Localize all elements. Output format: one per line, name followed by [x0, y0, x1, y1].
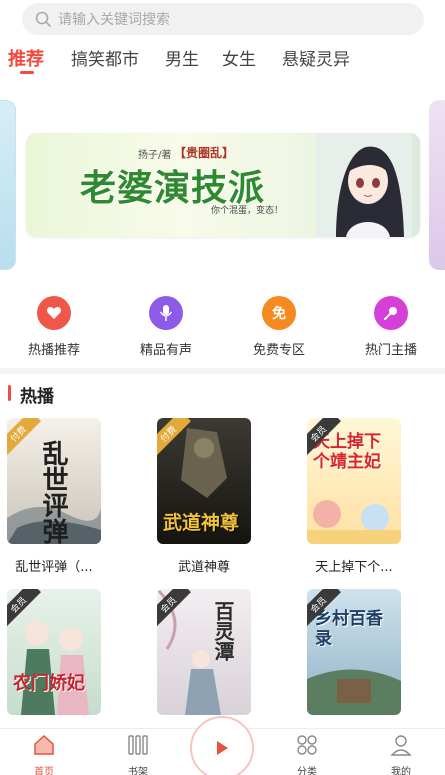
shortcut-label: 免费专区	[252, 343, 305, 358]
tab-male[interactable]: 男生	[165, 45, 199, 70]
bookshelf-icon	[128, 735, 148, 755]
cover-title: 天上掉下个靖主妃	[313, 432, 381, 472]
book-item[interactable]: 乡村百香录 会员	[307, 589, 401, 727]
book-cover: 武道神尊 付费	[157, 418, 251, 544]
book-item[interactable]: 百灵潭 会员	[157, 589, 251, 727]
home-icon	[34, 734, 54, 755]
shortcut-premium-audio[interactable]: 精品有声	[121, 296, 211, 358]
banner-carousel[interactable]: 扬子/著 【贵圈乱】 老婆演技派 你个混蛋，变态！	[26, 133, 420, 237]
book-title: 天上掉下个...	[315, 560, 393, 575]
book-cover: 乱世评弹 付费	[7, 418, 101, 544]
category-icon	[297, 735, 317, 755]
book-cover: 农门娇妃 会员	[7, 589, 101, 715]
tab-female[interactable]: 女生	[222, 45, 256, 70]
cover-title: 武道神尊	[163, 512, 240, 534]
nav-bookshelf[interactable]: 书架	[108, 733, 168, 775]
book-item[interactable]: 乱世评弹 付费 乱世评弹（...	[7, 418, 101, 575]
search-icon	[35, 11, 51, 27]
search-input[interactable]: 请输入关键词搜索	[58, 9, 170, 29]
shortcut-label: 热门主播	[364, 343, 417, 358]
cover-title: 乱世评弹	[38, 440, 68, 544]
nav-home[interactable]: 首页	[14, 733, 74, 775]
anchor-mic-icon	[374, 296, 408, 330]
book-title: 武道神尊	[177, 560, 230, 575]
book-cover: 乡村百香录 会员	[307, 589, 401, 715]
active-tab-indicator	[20, 71, 34, 74]
banner-next-peek[interactable]	[429, 100, 445, 270]
shortcut-hot-anchors[interactable]: 热门主播	[346, 296, 436, 358]
section-divider	[0, 368, 445, 374]
nav-label: 分类	[297, 767, 317, 775]
nav-category[interactable]: 分类	[277, 733, 337, 775]
nav-label: 书架	[128, 767, 148, 775]
tab-funny-city[interactable]: 搞笑都市	[71, 45, 139, 70]
category-tabs: 推荐 搞笑都市 男生 女生 悬疑灵异	[0, 42, 445, 76]
cover-title: 乡村百香录	[315, 609, 383, 649]
book-title: 乱世评弹（...	[15, 560, 93, 575]
section-accent-bar	[8, 385, 11, 401]
nav-label: 首页	[34, 767, 54, 775]
cover-title: 农门娇妃	[13, 673, 85, 694]
shortcut-label: 热播推荐	[27, 343, 80, 358]
microphone-icon	[149, 296, 183, 330]
heart-icon	[37, 296, 71, 330]
shortcut-free-zone[interactable]: 免 免费专区	[234, 296, 324, 358]
banner-character-illustration	[316, 133, 412, 237]
book-item[interactable]: 农门娇妃 会员	[7, 589, 101, 727]
shortcut-label: 精品有声	[139, 343, 192, 358]
banner-tagline: 你个混蛋，变态！	[211, 206, 284, 216]
profile-icon	[390, 735, 412, 756]
search-bar[interactable]: 请输入关键词搜索	[22, 3, 424, 35]
section-title: 热播	[20, 387, 54, 407]
cover-title: 百灵潭	[211, 601, 235, 661]
book-cover: 天上掉下个靖主妃 会员	[307, 418, 401, 544]
free-icon: 免	[262, 296, 296, 330]
shortcut-hot-recommend[interactable]: 热播推荐	[9, 296, 99, 358]
play-button[interactable]	[190, 716, 254, 775]
tab-recommend[interactable]: 推荐	[8, 45, 44, 71]
tab-suspense[interactable]: 悬疑灵异	[282, 45, 350, 70]
book-item[interactable]: 天上掉下个靖主妃 会员 天上掉下个...	[307, 418, 401, 575]
book-cover: 百灵潭 会员	[157, 589, 251, 715]
category-shortcuts: 热播推荐 精品有声 免 免费专区 热门主播	[0, 296, 445, 366]
nav-label: 我的	[391, 767, 411, 775]
nav-profile[interactable]: 我的	[371, 733, 431, 775]
banner-prev-peek[interactable]	[0, 100, 16, 270]
book-item[interactable]: 武道神尊 付费 武道神尊	[157, 418, 251, 575]
play-icon	[217, 741, 228, 755]
